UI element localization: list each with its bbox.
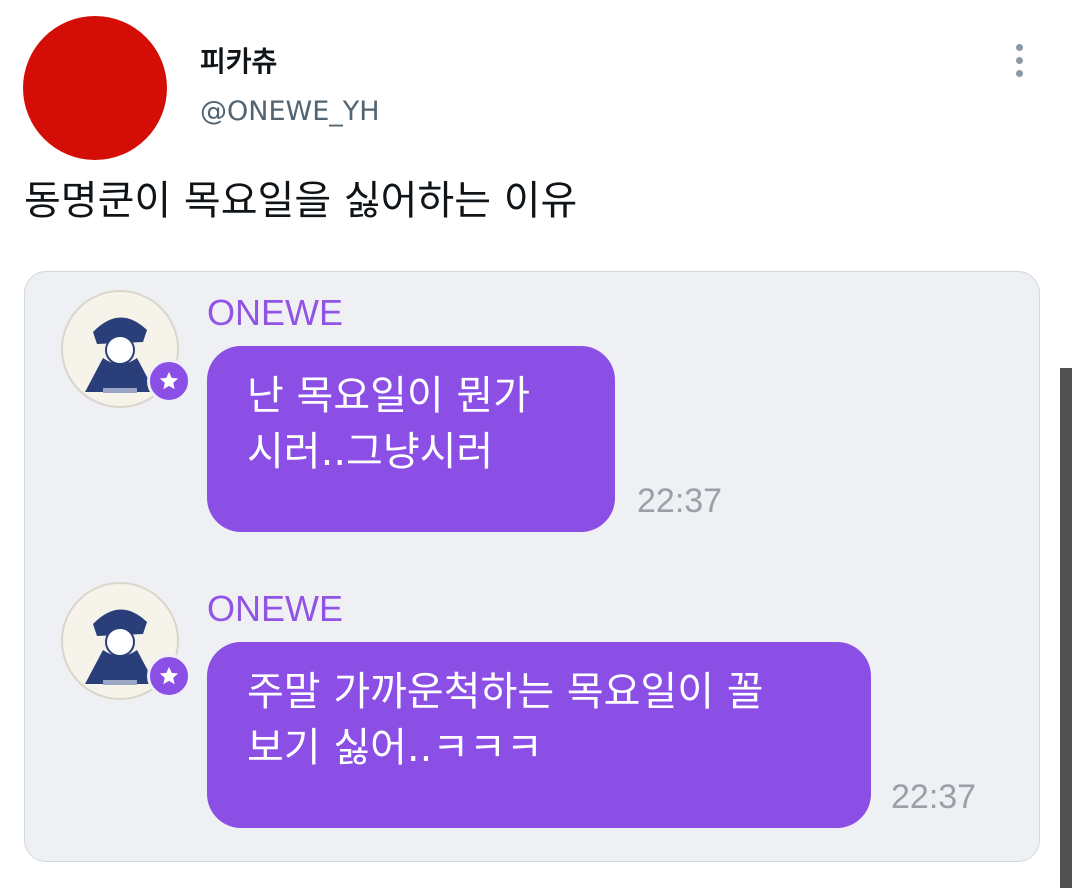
star-icon bbox=[147, 359, 191, 403]
star-icon bbox=[147, 654, 191, 698]
more-vertical-icon bbox=[1015, 43, 1023, 51]
message-bubble: 주말 가까운척하는 목요일이 꼴 보기 싫어..ㅋㅋㅋ bbox=[207, 642, 871, 828]
message-line: 주말 가까운척하는 목요일이 꼴 bbox=[247, 669, 764, 715]
message-line: 시러..그냥시러 bbox=[247, 429, 494, 475]
message-bubble: 난 목요일이 뭔가 시러..그냥시러 bbox=[207, 346, 615, 532]
sender-name: ONEWE bbox=[207, 588, 344, 629]
message-line: 난 목요일이 뭔가 bbox=[247, 373, 531, 419]
display-name[interactable]: 피카츄 bbox=[200, 40, 277, 80]
message-time: 22:37 bbox=[637, 482, 723, 520]
tweet-text: 동명쿤이 목요일을 싫어하는 이유 bbox=[24, 178, 578, 224]
more-options-button[interactable] bbox=[1004, 40, 1034, 80]
sender-name: ONEWE bbox=[207, 292, 344, 333]
scrollbar[interactable] bbox=[1060, 368, 1072, 888]
user-handle[interactable]: @ONEWE_YH bbox=[200, 96, 380, 127]
user-avatar[interactable] bbox=[23, 16, 167, 160]
attached-image[interactable]: ONEWE 난 목요일이 뭔가 시러..그냥시러 22:37 ONEWE 주말 … bbox=[24, 271, 1040, 862]
message-line: 보기 싫어..ㅋㅋㅋ bbox=[247, 725, 543, 771]
message-time: 22:37 bbox=[891, 778, 977, 816]
